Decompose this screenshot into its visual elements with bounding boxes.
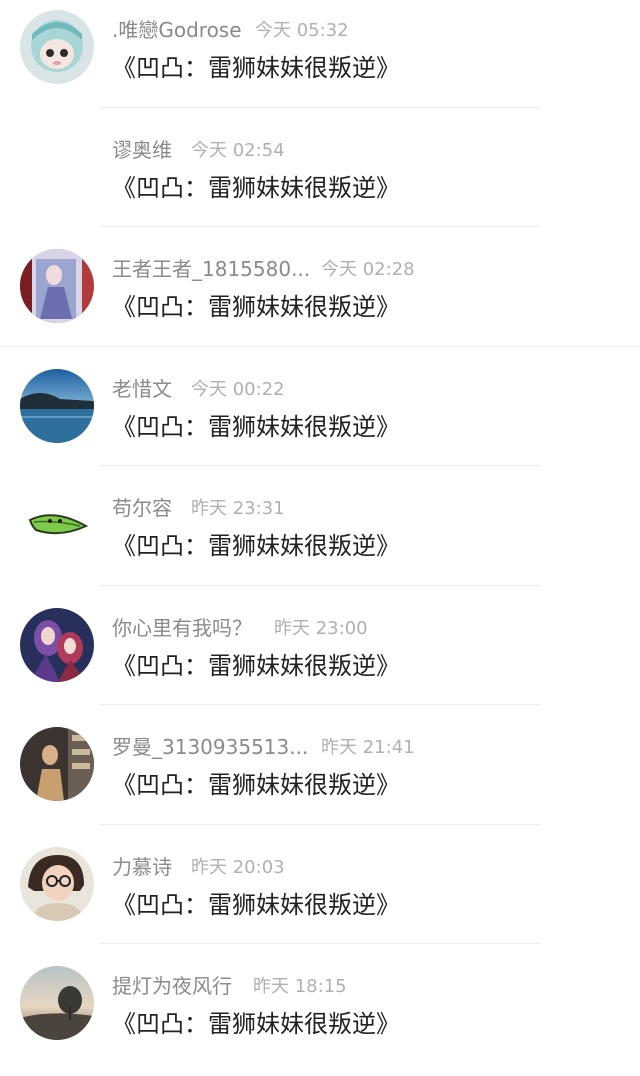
timestamp: 今天 02:28 (321, 259, 415, 280)
timestamp: 昨天 20:03 (191, 856, 285, 878)
user-avatar[interactable] (20, 10, 94, 84)
username[interactable]: 力慕诗 (112, 851, 172, 880)
timestamp: 昨天 23:31 (191, 498, 285, 519)
comment-item[interactable]: 你心里有我吗？ 昨天 23:00 《凹凸：雷狮妹妹很叛逆》 (0, 598, 640, 718)
comment-list: .唯戀Godrose 今天 05:32 《凹凸：雷狮妹妹很叛逆》 谬奥维 今天 … (0, 0, 640, 1076)
comment-text: 《凹凸：雷狮妹妹很叛逆》 (112, 532, 400, 560)
timestamp: 昨天 21:41 (321, 737, 415, 758)
comment-text: 《凹凸：雷狮妹妹很叛逆》 (112, 173, 400, 202)
comment-item[interactable]: 谬奥维 今天 02:54 《凹凸：雷狮妹妹很叛逆》 (0, 120, 640, 240)
divider (100, 465, 540, 466)
username[interactable]: 你心里有我吗？ (112, 612, 252, 641)
divider (100, 943, 540, 944)
divider (100, 704, 540, 705)
divider (100, 106, 540, 108)
comment-item[interactable]: 苟尔容 昨天 23:31 《凹凸：雷狮妹妹很叛逆》 (0, 478, 640, 598)
user-avatar[interactable] (20, 607, 94, 682)
username[interactable]: 苟尔容 (112, 492, 172, 521)
girl-glasses-avatar-icon (20, 846, 94, 921)
comment-item[interactable]: 罗曼_3130935513... 昨天 21:41 《凹凸：雷狮妹妹很叛逆》 (0, 717, 640, 837)
user-avatar[interactable] (20, 249, 94, 323)
username[interactable]: 罗曼_3130935513... (112, 731, 308, 760)
comment-text: 《凹凸：雷狮妹妹很叛逆》 (112, 412, 400, 441)
comment-text: 《凹凸：雷狮妹妹很叛逆》 (112, 771, 400, 799)
game-character-avatar-icon (20, 249, 94, 323)
figure-doll-avatar-icon (20, 10, 94, 84)
user-avatar[interactable] (20, 846, 94, 921)
divider (100, 823, 540, 825)
timestamp: 今天 05:32 (255, 20, 349, 41)
comment-text: 《凹凸：雷狮妹妹很叛逆》 (112, 54, 400, 82)
lake-landscape-avatar-icon (20, 368, 94, 443)
user-avatar[interactable] (20, 727, 94, 801)
user-avatar[interactable] (20, 488, 94, 562)
green-leaf-bird-avatar-icon (20, 488, 94, 562)
user-avatar[interactable] (20, 368, 94, 443)
comment-item[interactable]: 王者王者_1815580... 今天 02:28 《凹凸：雷狮妹妹很叛逆》 (0, 239, 640, 359)
sunset-tree-avatar-icon (20, 966, 94, 1040)
username[interactable]: 谬奥维 (112, 134, 172, 163)
comment-item[interactable]: 力慕诗 昨天 20:03 《凹凸：雷狮妹妹很叛逆》 (0, 837, 640, 957)
timestamp: 今天 02:54 (191, 139, 285, 161)
cafe-photo-avatar-icon (20, 727, 94, 801)
comment-text: 《凹凸：雷狮妹妹很叛逆》 (112, 651, 400, 680)
comment-text: 《凹凸：雷狮妹妹很叛逆》 (112, 890, 400, 919)
timestamp: 昨天 18:15 (253, 976, 347, 997)
username[interactable]: .唯戀Godrose (112, 14, 242, 43)
user-avatar[interactable] (20, 966, 94, 1040)
anime-girls-avatar-icon (20, 607, 94, 682)
timestamp: 今天 00:22 (191, 378, 285, 400)
comment-text: 《凹凸：雷狮妹妹很叛逆》 (112, 1010, 400, 1038)
divider (0, 345, 640, 347)
comment-text: 《凹凸：雷狮妹妹很叛逆》 (112, 293, 400, 321)
username[interactable]: 老惜文 (112, 373, 172, 402)
username[interactable]: 王者王者_1815580... (112, 253, 310, 282)
username[interactable]: 提灯为夜风行 (112, 970, 232, 999)
divider (100, 584, 540, 586)
divider (100, 226, 540, 227)
comment-item[interactable]: .唯戀Godrose 今天 05:32 《凹凸：雷狮妹妹很叛逆》 (0, 0, 640, 120)
timestamp: 昨天 23:00 (274, 617, 368, 639)
comment-item[interactable]: 老惜文 今天 00:22 《凹凸：雷狮妹妹很叛逆》 (0, 359, 640, 479)
